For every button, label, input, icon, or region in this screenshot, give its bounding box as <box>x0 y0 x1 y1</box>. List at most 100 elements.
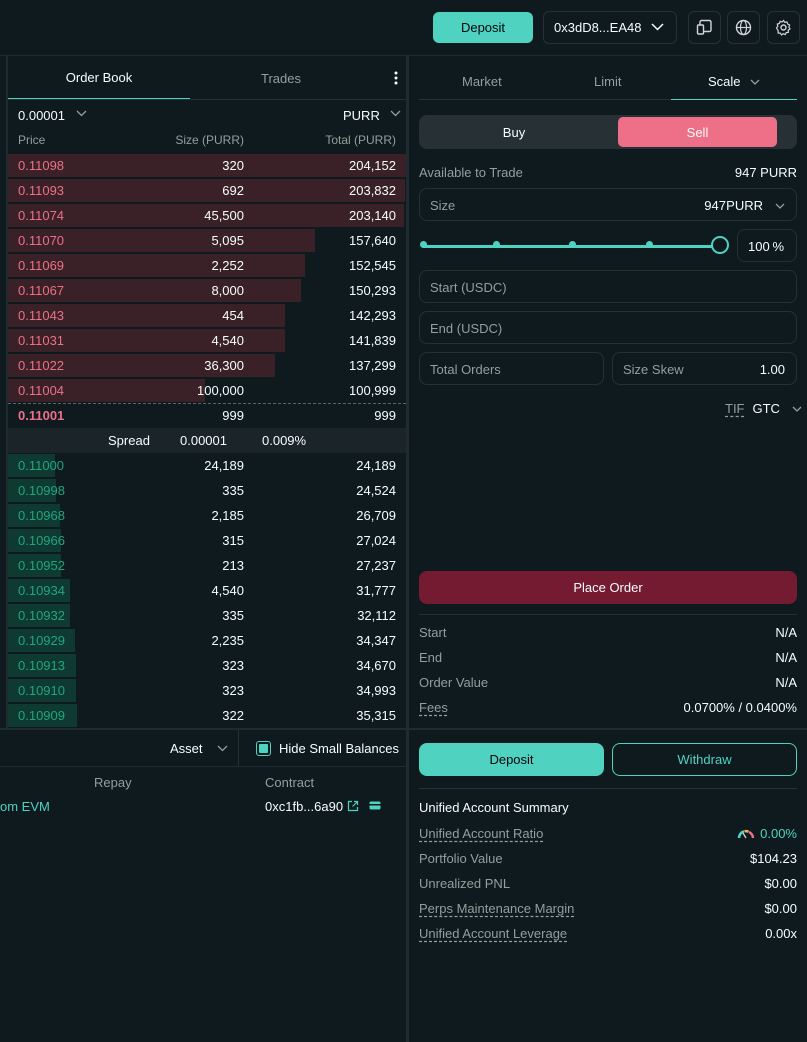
evm-transfer-link[interactable]: om EVM <box>0 799 50 814</box>
size-input[interactable]: Size 947 PURR <box>419 188 797 221</box>
asks-list: 0.11098 320 204,152 0.11093 692 203,832 0.1107… <box>8 153 406 403</box>
portfolio-button[interactable] <box>688 11 721 44</box>
ask-row[interactable]: 0.11043 454 142,293 <box>8 303 406 328</box>
spread-label: Spread <box>108 433 150 448</box>
available-to-trade-row: Available to Trade 947 PURR <box>419 163 797 183</box>
tab-limit[interactable]: Limit <box>594 74 621 89</box>
wallet-address: 0x3dD8...EA48 <box>554 20 642 35</box>
slider-tick-25[interactable] <box>493 241 500 248</box>
bid-row[interactable]: 0.11000 24,189 24,189 <box>8 453 406 478</box>
chevron-down-icon <box>217 745 227 752</box>
asset-filter-dropdown[interactable]: Asset <box>170 741 228 756</box>
ask-row[interactable]: 0.11004 100,000 100,999 <box>8 378 406 403</box>
maintenance-margin-label[interactable]: Perps Maintenance Margin <box>419 901 574 916</box>
bid-row[interactable]: 0.10968 2,185 26,709 <box>8 503 406 528</box>
total-orders-input[interactable]: Total Orders <box>419 352 604 385</box>
total-orders-placeholder: Total Orders <box>430 362 501 377</box>
slider-tick-0[interactable] <box>420 241 427 248</box>
bid-row[interactable]: 0.10998 335 24,524 <box>8 478 406 503</box>
chevron-down-icon <box>792 406 802 412</box>
bid-row[interactable]: 0.10966 315 27,024 <box>8 528 406 553</box>
bid-total: 27,237 <box>356 558 396 573</box>
bid-row[interactable]: 0.10934 4,540 31,777 <box>8 578 406 603</box>
bid-price: 0.10968 <box>18 508 65 523</box>
ask-row[interactable]: 0.11031 4,540 141,839 <box>8 328 406 353</box>
bid-row[interactable]: 0.10929 2,235 34,347 <box>8 628 406 653</box>
mid-price-row[interactable]: 0.11001 999 999 <box>8 403 406 428</box>
bid-total: 32,112 <box>357 608 396 623</box>
summary-end-row: End N/A <box>419 648 797 668</box>
wallet-card-icon[interactable] <box>369 800 381 811</box>
ask-row[interactable]: 0.11067 8,000 150,293 <box>8 278 406 303</box>
end-price-input[interactable]: End (USDC) <box>419 311 797 344</box>
hide-small-balances-toggle[interactable]: Hide Small Balances <box>256 741 399 756</box>
coin-unit-select[interactable]: PURR <box>343 108 380 123</box>
bid-size: 213 <box>222 558 244 573</box>
tab-trades[interactable]: Trades <box>190 57 372 99</box>
account-ratio-label[interactable]: Unified Account Ratio <box>419 826 543 841</box>
start-price-input[interactable]: Start (USDC) <box>419 270 797 303</box>
chevron-down-icon[interactable] <box>775 203 785 209</box>
bid-row[interactable]: 0.10952 213 27,237 <box>8 553 406 578</box>
external-link-icon[interactable] <box>347 800 359 812</box>
bid-size: 335 <box>222 483 244 498</box>
tif-value: GTC <box>752 401 780 416</box>
ask-row[interactable]: 0.11093 692 203,832 <box>8 178 406 203</box>
divider <box>419 614 797 615</box>
tab-market[interactable]: Market <box>462 74 502 89</box>
tab-scale[interactable]: Scale <box>708 74 741 89</box>
account-deposit-button[interactable]: Deposit <box>419 743 604 776</box>
ask-row[interactable]: 0.11070 5,095 157,640 <box>8 228 406 253</box>
size-skew-input[interactable]: Size Skew 1.00 <box>612 352 797 385</box>
bid-row[interactable]: 0.10932 335 32,112 <box>8 603 406 628</box>
bid-row[interactable]: 0.10910 323 34,993 <box>8 678 406 703</box>
chevron-down-icon[interactable] <box>76 110 87 117</box>
sell-button[interactable]: Sell <box>618 117 777 147</box>
bid-total: 31,777 <box>356 583 396 598</box>
unrealized-pnl-value: $0.00 <box>764 876 797 891</box>
wallet-dropdown[interactable]: 0x3dD8...EA48 <box>543 11 677 44</box>
chevron-down-icon[interactable] <box>750 79 760 85</box>
contract-address: 0xc1fb...6a90 <box>265 799 344 814</box>
account-leverage-label[interactable]: Unified Account Leverage <box>419 926 567 941</box>
deposit-button[interactable]: Deposit <box>433 12 533 43</box>
ask-total: 204,152 <box>349 158 396 173</box>
language-button[interactable] <box>727 11 760 44</box>
tab-order-book[interactable]: Order Book <box>8 57 190 99</box>
bid-row[interactable]: 0.10913 323 34,670 <box>8 653 406 678</box>
ask-price: 0.11067 <box>18 283 65 298</box>
slider-tick-50[interactable] <box>569 241 576 248</box>
ask-price: 0.11069 <box>18 258 65 273</box>
slider-tick-75[interactable] <box>646 241 653 248</box>
portfolio-icon <box>696 19 712 35</box>
order-book-controls: 0.00001 PURR <box>8 100 406 129</box>
tif-selector[interactable]: TIF GTC <box>725 401 802 416</box>
chevron-down-icon[interactable] <box>390 110 401 117</box>
bid-row[interactable]: 0.10909 322 35,315 <box>8 703 406 728</box>
place-order-button[interactable]: Place Order <box>419 571 797 604</box>
price-column-header: Price <box>18 133 46 147</box>
ask-row[interactable]: 0.11069 2,252 152,545 <box>8 253 406 278</box>
settings-button[interactable] <box>767 11 800 44</box>
summary-order-value-label: Order Value <box>419 675 489 690</box>
more-options-icon[interactable] <box>394 71 398 85</box>
order-book-header: Price Size (PURR) Total (PURR) <box>8 129 406 153</box>
withdraw-button[interactable]: Withdraw <box>612 743 797 776</box>
ask-size: 4,540 <box>211 333 244 348</box>
mid-size: 999 <box>222 408 244 423</box>
ask-row[interactable]: 0.11098 320 204,152 <box>8 153 406 178</box>
fees-label[interactable]: Fees <box>419 700 448 715</box>
top-bar: Deposit 0x3dD8...EA48 <box>0 0 807 56</box>
size-unit-select[interactable]: PURR <box>726 198 763 213</box>
buy-button[interactable]: Buy <box>421 117 607 147</box>
ask-total: 100,999 <box>349 383 396 398</box>
checkbox-checked-icon[interactable] <box>256 741 271 756</box>
tick-size-select[interactable]: 0.00001 <box>18 108 65 123</box>
size-slider-handle[interactable] <box>711 236 729 254</box>
size-percent-input[interactable]: 100 % <box>737 229 797 262</box>
ask-row[interactable]: 0.11022 36,300 137,299 <box>8 353 406 378</box>
bid-price: 0.10966 <box>18 533 65 548</box>
available-to-trade-label: Available to Trade <box>419 165 523 180</box>
ask-total: 203,140 <box>349 208 396 223</box>
ask-row[interactable]: 0.11074 45,500 203,140 <box>8 203 406 228</box>
